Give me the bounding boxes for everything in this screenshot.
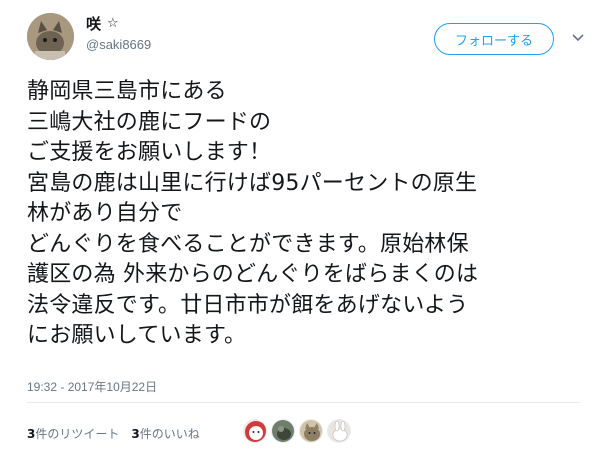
- user-handle[interactable]: @saki8669: [86, 37, 151, 52]
- star-icon: ☆: [107, 16, 119, 31]
- display-name[interactable]: 咲: [86, 15, 101, 33]
- liker-avatar-3[interactable]: [299, 419, 323, 443]
- tweet-line: にお願いしています。: [27, 323, 247, 348]
- user-name-row[interactable]: 咲 ☆: [86, 15, 119, 33]
- follow-button[interactable]: フォローする: [434, 23, 554, 55]
- liker-avatar-4[interactable]: [327, 419, 351, 443]
- tweet-card: 咲 ☆ @saki8669 フォローする 静岡県三島市にある 三嶋大社の鹿にフー…: [0, 0, 607, 466]
- tweet-line: 三嶋大社の鹿にフードの: [27, 109, 272, 135]
- liker-avatars: [243, 419, 351, 443]
- tweet-text: 静岡県三島市にある 三嶋大社の鹿にフードの ご支援をお願いします！ 宮島の鹿は山…: [27, 77, 597, 352]
- user-avatar[interactable]: [27, 13, 74, 60]
- tweet-line: 静岡県三島市にある: [27, 79, 227, 104]
- retweet-stat[interactable]: 3件のリツイート: [27, 425, 119, 442]
- tweet-line: どんぐりを食べることができます。原始林保: [27, 231, 469, 257]
- tweet-stats: 3件のリツイート 3件のいいね: [27, 425, 200, 442]
- tweet-line: 法令違反です。廿日市市が餌をあげないよう: [27, 292, 469, 318]
- tweet-line: 護区の為 外来からのどんぐりをばらまくのは: [27, 262, 479, 287]
- liker-avatar-1[interactable]: [243, 419, 267, 443]
- tweet-line: ご支援をお願いします！: [27, 140, 272, 165]
- tweet-line: 林があり自分で: [27, 201, 183, 226]
- divider: [27, 402, 580, 403]
- liker-avatar-2[interactable]: [271, 419, 295, 443]
- like-stat[interactable]: 3件のいいね: [131, 425, 199, 442]
- chevron-down-icon[interactable]: [570, 30, 586, 46]
- tweet-timestamp[interactable]: 19:32 - 2017年10月22日: [27, 378, 157, 395]
- tweet-line: 宮島の鹿は山里に行けば95パーセントの原生: [27, 170, 478, 196]
